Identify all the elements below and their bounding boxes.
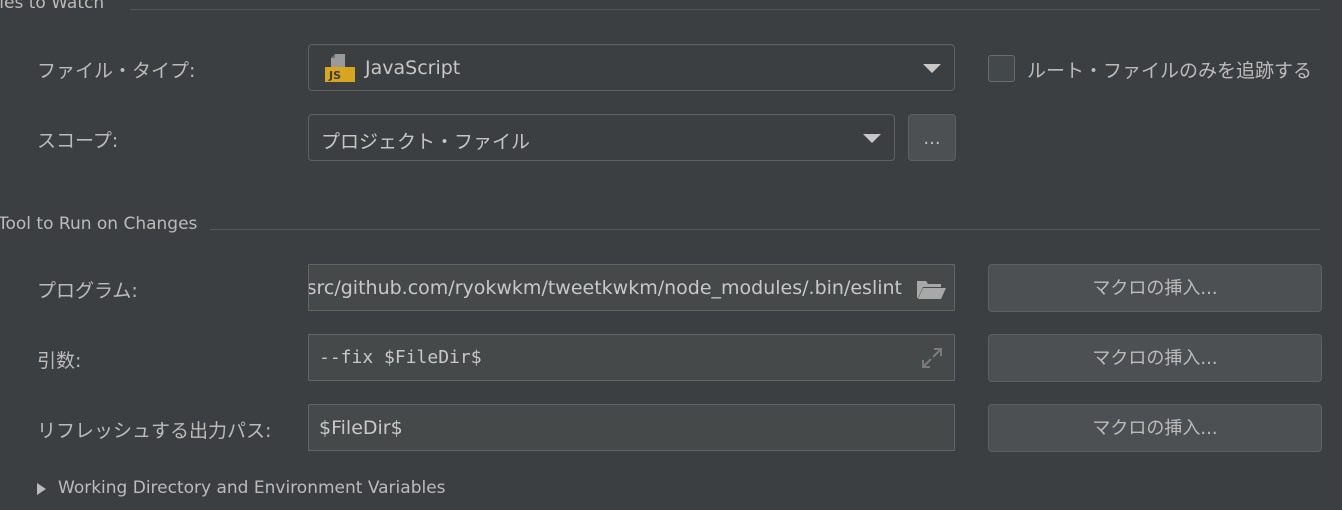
program-insert-macro-button[interactable]: マクロの挿入... [988,264,1322,312]
svg-text:JS: JS [328,69,341,82]
file-type-combobox[interactable]: JS JavaScript [308,44,955,91]
output-paths-insert-macro-button[interactable]: マクロの挿入... [988,404,1322,452]
folder-icon[interactable] [915,278,947,300]
expand-icon[interactable] [921,347,943,369]
output-paths-field[interactable]: $FileDir$ [308,404,955,451]
output-paths-label: リフレッシュする出力パス: [37,420,272,442]
tool-to-run-separator [210,229,1320,230]
scope-label: スコープ: [37,130,119,152]
arguments-field[interactable]: --fix $FileDir$ [308,334,955,381]
arguments-value: --fix $FileDir$ [319,347,482,368]
file-type-value: JavaScript [365,57,461,79]
scope-combobox[interactable]: プロジェクト・ファイル [308,114,895,161]
arguments-label: 引数: [37,350,82,372]
working-dir-label: Working Directory and Environment Variab… [58,478,446,498]
scope-value: プロジェクト・ファイル [321,131,531,153]
output-paths-value: $FileDir$ [319,417,403,439]
file-type-label: ファイル・タイプ: [37,60,196,82]
program-value: src/github.com/ryokwkm/tweetkwkm/node_mo… [308,277,902,299]
program-field[interactable]: src/github.com/ryokwkm/tweetkwkm/node_mo… [308,264,955,311]
track-root-label[interactable]: ルート・ファイルのみを追跡する [1027,56,1312,83]
javascript-file-icon: JS [325,53,355,83]
program-label: プログラム: [37,280,138,302]
triangle-right-icon [37,483,46,495]
track-root-checkbox[interactable] [988,55,1015,82]
tool-to-run-title: Tool to Run on Changes [0,214,198,234]
files-to-watch-separator [130,9,1320,10]
chevron-down-icon [923,64,941,73]
chevron-down-icon [863,134,881,143]
arguments-insert-macro-button[interactable]: マクロの挿入... [988,334,1322,382]
scope-browse-button[interactable]: ... [908,114,956,161]
files-to-watch-title: Files to Watch [0,0,105,13]
